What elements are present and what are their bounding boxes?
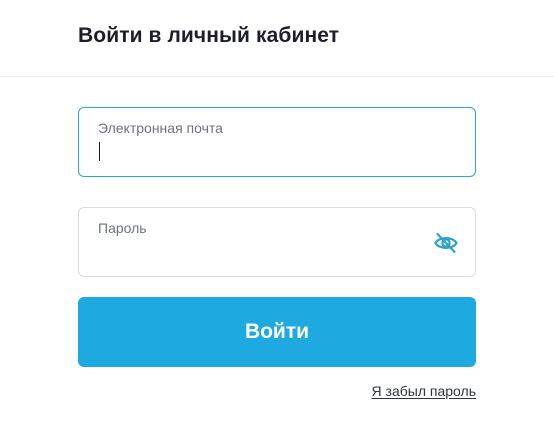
email-field[interactable]: Электронная почта <box>78 107 476 177</box>
password-field[interactable]: Пароль <box>78 207 476 277</box>
forgot-password-link[interactable]: Я забыл пароль <box>372 383 476 399</box>
header: Войти в личный кабинет <box>0 0 554 77</box>
password-label: Пароль <box>98 220 147 236</box>
email-label: Электронная почта <box>98 120 223 136</box>
login-button[interactable]: Войти <box>78 297 476 367</box>
text-caret <box>99 142 100 161</box>
eye-slash-icon[interactable] <box>433 230 459 256</box>
page-title: Войти в личный кабинет <box>78 24 340 47</box>
